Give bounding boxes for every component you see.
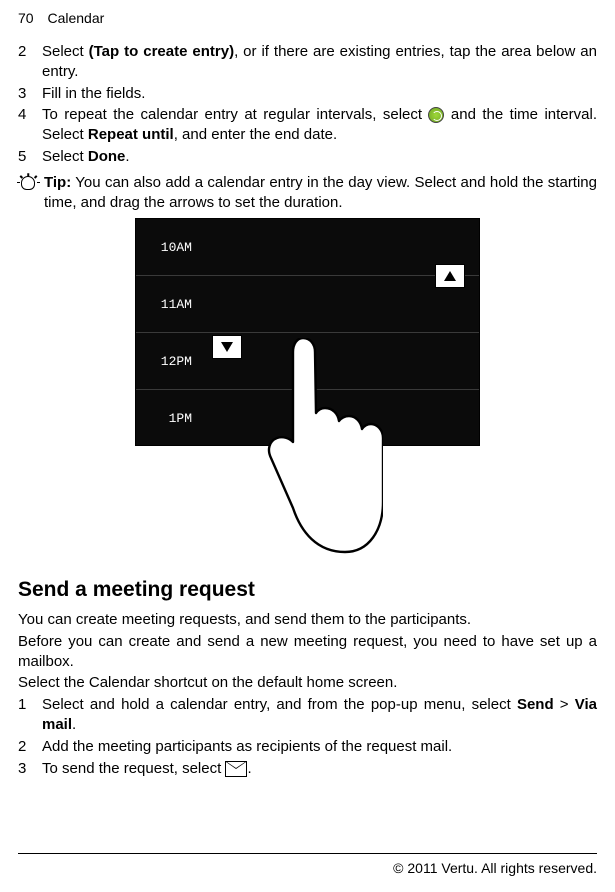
drag-handle-down-icon <box>212 335 242 359</box>
instruction-list-b: 1Select and hold a calendar entry, and f… <box>18 695 597 778</box>
bold-text: Done <box>88 148 126 165</box>
step-text: Fill in the fields. <box>42 84 597 104</box>
hand-icon <box>135 446 480 556</box>
step-text: To send the request, select . <box>42 759 597 779</box>
bold-text: Repeat until <box>88 126 174 143</box>
step-number: 2 <box>18 42 42 82</box>
page-footer: © 2011 Vertu. All rights reserved. <box>18 853 597 876</box>
bold-text: Via mail <box>42 696 597 733</box>
instruction-step: 5Select Done. <box>18 147 597 167</box>
tip-body: You can also add a calendar entry in the… <box>44 174 597 211</box>
lightbulb-icon <box>18 173 40 195</box>
instruction-step: 3Fill in the fields. <box>18 84 597 104</box>
paragraph: Select the Calendar shortcut on the defa… <box>18 673 597 693</box>
bold-text: Send <box>517 696 554 713</box>
instruction-step: 3To send the request, select . <box>18 759 597 779</box>
instruction-step: 2Add the meeting participants as recipie… <box>18 737 597 757</box>
paragraph: You can create meeting requests, and sen… <box>18 610 597 630</box>
step-number: 1 <box>18 695 42 735</box>
instruction-list-a: 2Select (Tap to create entry), or if the… <box>18 42 597 167</box>
hour-label: 1PM <box>136 410 200 427</box>
step-number: 3 <box>18 84 42 104</box>
step-number: 5 <box>18 147 42 167</box>
step-text: Select (Tap to create entry), or if ther… <box>42 42 597 82</box>
envelope-icon <box>225 761 247 777</box>
calendar-illustration: 10AM 11AM 12PM 1PM <box>135 218 480 556</box>
bold-text: (Tap to create entry) <box>89 43 234 60</box>
step-number: 2 <box>18 737 42 757</box>
tip-block: Tip: You can also add a calendar entry i… <box>18 173 597 213</box>
instruction-step: 2Select (Tap to create entry), or if the… <box>18 42 597 82</box>
hour-label: 11AM <box>136 296 200 313</box>
section-heading: Send a meeting request <box>18 576 597 604</box>
instruction-step: 4To repeat the calendar entry at regular… <box>18 105 597 145</box>
page: 70 Calendar 2Select (Tap to create entry… <box>0 0 615 892</box>
copyright: © 2011 Vertu. All rights reserved. <box>393 860 597 876</box>
hour-label: 12PM <box>136 353 200 370</box>
drag-handle-up-icon <box>435 264 465 288</box>
hour-label: 10AM <box>136 239 200 256</box>
instruction-step: 1Select and hold a calendar entry, and f… <box>18 695 597 735</box>
paragraph: Before you can create and send a new mee… <box>18 632 597 672</box>
hour-row: 10AM <box>136 219 479 276</box>
step-text: Add the meeting participants as recipien… <box>42 737 597 757</box>
repeat-icon <box>428 107 444 123</box>
step-text: Select and hold a calendar entry, and fr… <box>42 695 597 735</box>
section-title: Calendar <box>47 10 104 26</box>
step-number: 4 <box>18 105 42 145</box>
tip-text: Tip: You can also add a calendar entry i… <box>44 173 597 213</box>
page-number: 70 <box>18 10 34 26</box>
step-number: 3 <box>18 759 42 779</box>
page-header: 70 Calendar <box>18 10 597 26</box>
step-text: Select Done. <box>42 147 597 167</box>
page-body: 2Select (Tap to create entry), or if the… <box>18 42 597 842</box>
tip-label: Tip: <box>44 174 71 191</box>
illustration-wrap: 10AM 11AM 12PM 1PM <box>18 218 597 556</box>
step-text: To repeat the calendar entry at regular … <box>42 105 597 145</box>
hour-row: 11AM <box>136 276 479 333</box>
